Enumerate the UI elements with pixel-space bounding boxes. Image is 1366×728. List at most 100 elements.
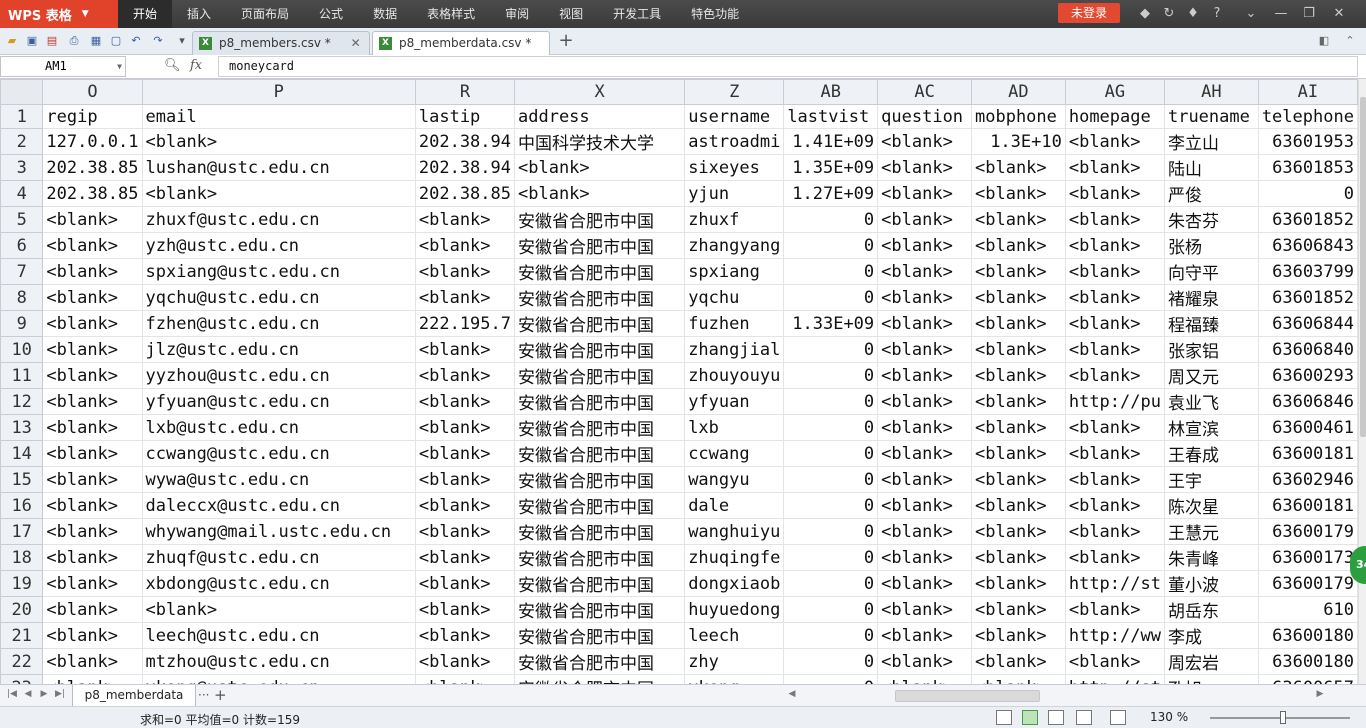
cell[interactable]: <blank> (414, 518, 516, 545)
column-header[interactable]: AI (1257, 79, 1358, 105)
cell[interactable]: 中国科学技术大学 (513, 128, 686, 155)
column-header[interactable]: AG (1064, 79, 1165, 105)
cell[interactable]: 0 (783, 648, 879, 675)
normal-view-icon[interactable] (996, 710, 1012, 725)
cell[interactable]: <blank> (414, 232, 516, 259)
row-header[interactable]: 22 (0, 648, 44, 675)
cell[interactable]: 安徽省合肥市中国 (513, 388, 686, 415)
cell[interactable]: 0 (783, 232, 879, 259)
cell[interactable]: 63606840 (1257, 336, 1358, 363)
print-icon[interactable]: ⎙ (66, 33, 82, 49)
cell[interactable]: 63600461 (1257, 414, 1358, 441)
cell[interactable]: 董小波 (1163, 570, 1259, 597)
cell[interactable]: <blank> (42, 258, 143, 285)
cell[interactable]: 0 (783, 622, 879, 649)
cell[interactable]: 0 (783, 258, 879, 285)
cell[interactable]: <blank> (877, 544, 972, 571)
cell[interactable]: 安徽省合肥市中国 (513, 440, 686, 467)
cell[interactable]: 安徽省合肥市中国 (513, 544, 686, 571)
cell[interactable]: <blank> (971, 362, 1066, 389)
column-header[interactable]: O (42, 79, 143, 105)
cell[interactable]: xbdong@ustc.edu.cn (141, 570, 416, 597)
cell[interactable]: 张杨 (1163, 232, 1259, 259)
cell[interactable]: http://st (1064, 570, 1165, 597)
cell[interactable]: <blank> (1064, 440, 1165, 467)
cell[interactable]: <blank> (42, 570, 143, 597)
cell[interactable]: <blank> (414, 336, 516, 363)
column-header[interactable]: AH (1163, 79, 1259, 105)
row-header[interactable]: 20 (0, 596, 44, 623)
cell[interactable]: 0 (783, 362, 879, 389)
cell[interactable]: <blank> (971, 310, 1066, 337)
cell[interactable]: 安徽省合肥市中国 (513, 622, 686, 649)
close-tab-icon[interactable]: ✕ (351, 36, 361, 50)
cell[interactable]: lushan@ustc.edu.cn (141, 154, 416, 181)
cell[interactable]: 安徽省合肥市中国 (513, 310, 686, 337)
cell[interactable]: zhangjial (684, 336, 785, 363)
chevron-down-icon[interactable]: ▾ (174, 33, 190, 49)
cell[interactable]: <blank> (513, 180, 686, 207)
cell[interactable]: 63606843 (1257, 232, 1358, 259)
print-preview-icon[interactable]: ▦ (88, 33, 104, 49)
cell[interactable]: <blank> (1064, 310, 1165, 337)
cell[interactable]: yzh@ustc.edu.cn (141, 232, 416, 259)
cell[interactable]: <blank> (42, 492, 143, 519)
cell[interactable]: 1.33E+09 (783, 310, 879, 337)
cell[interactable]: <blank> (42, 596, 143, 623)
chevron-up-icon[interactable]: ⌃ (1342, 33, 1358, 49)
cell[interactable]: <blank> (1064, 284, 1165, 311)
cell[interactable]: <blank> (877, 258, 972, 285)
cell[interactable]: <blank> (414, 284, 516, 311)
cell[interactable]: 0 (783, 206, 879, 233)
cell[interactable]: <blank> (1064, 362, 1165, 389)
column-header[interactable]: Z (684, 79, 785, 105)
cell[interactable]: 安徽省合肥市中国 (513, 466, 686, 493)
cell[interactable]: <blank> (42, 674, 143, 684)
prev-sheet-icon[interactable]: ◀ (22, 689, 34, 699)
cell[interactable]: xkong (684, 674, 785, 684)
cell[interactable]: 202.38.85 (42, 180, 143, 207)
cell[interactable]: <blank> (877, 232, 972, 259)
new-tab-button[interactable]: + (556, 31, 576, 51)
cell[interactable]: zhuqf@ustc.edu.cn (141, 544, 416, 571)
cell[interactable]: <blank> (877, 284, 972, 311)
cell[interactable]: <blank> (877, 648, 972, 675)
cell[interactable]: <blank> (877, 154, 972, 181)
select-all-corner[interactable] (0, 79, 44, 105)
cell[interactable]: <blank> (42, 648, 143, 675)
cell[interactable]: <blank> (513, 154, 686, 181)
cell[interactable]: <blank> (971, 622, 1066, 649)
cell[interactable]: whywang@mail.ustc.edu.cn (141, 518, 416, 545)
row-header[interactable]: 12 (0, 388, 44, 415)
cell[interactable]: <blank> (414, 466, 516, 493)
cell[interactable]: lxb (684, 414, 785, 441)
cell[interactable]: http://ww (1064, 622, 1165, 649)
row-header[interactable]: 1 (0, 104, 44, 129)
cell[interactable]: 0 (1257, 180, 1358, 207)
next-sheet-icon[interactable]: ▶ (38, 689, 50, 699)
cell[interactable]: 安徽省合肥市中国 (513, 648, 686, 675)
row-header[interactable]: 17 (0, 518, 44, 545)
cell[interactable]: 202.38.94 (414, 154, 516, 181)
window-icon[interactable]: ◧ (1316, 33, 1332, 49)
cell[interactable]: lxb@ustc.edu.cn (141, 414, 416, 441)
cell[interactable]: 0 (783, 492, 879, 519)
cell[interactable]: 63603799 (1257, 258, 1358, 285)
cell[interactable]: 0 (783, 284, 879, 311)
cell[interactable]: 林宣滨 (1163, 414, 1259, 441)
cell[interactable]: 0 (783, 570, 879, 597)
cell[interactable]: <blank> (42, 466, 143, 493)
more-sheets-icon[interactable]: ··· (198, 688, 209, 702)
cell[interactable]: zhuxf@ustc.edu.cn (141, 206, 416, 233)
cell[interactable]: 褚耀泉 (1163, 284, 1259, 311)
row-header[interactable]: 3 (0, 154, 44, 181)
page-break-view-icon[interactable] (1048, 710, 1064, 725)
cell[interactable]: <blank> (414, 544, 516, 571)
cell[interactable]: leech (684, 622, 785, 649)
cell[interactable]: 222.195.7 (414, 310, 516, 337)
cell[interactable]: 安徽省合肥市中国 (513, 258, 686, 285)
cell[interactable]: 610 (1257, 596, 1358, 623)
add-sheet-button[interactable]: + (214, 686, 227, 704)
cell[interactable]: truename (1163, 104, 1259, 129)
name-box[interactable]: AM1 ▼ (0, 56, 126, 77)
